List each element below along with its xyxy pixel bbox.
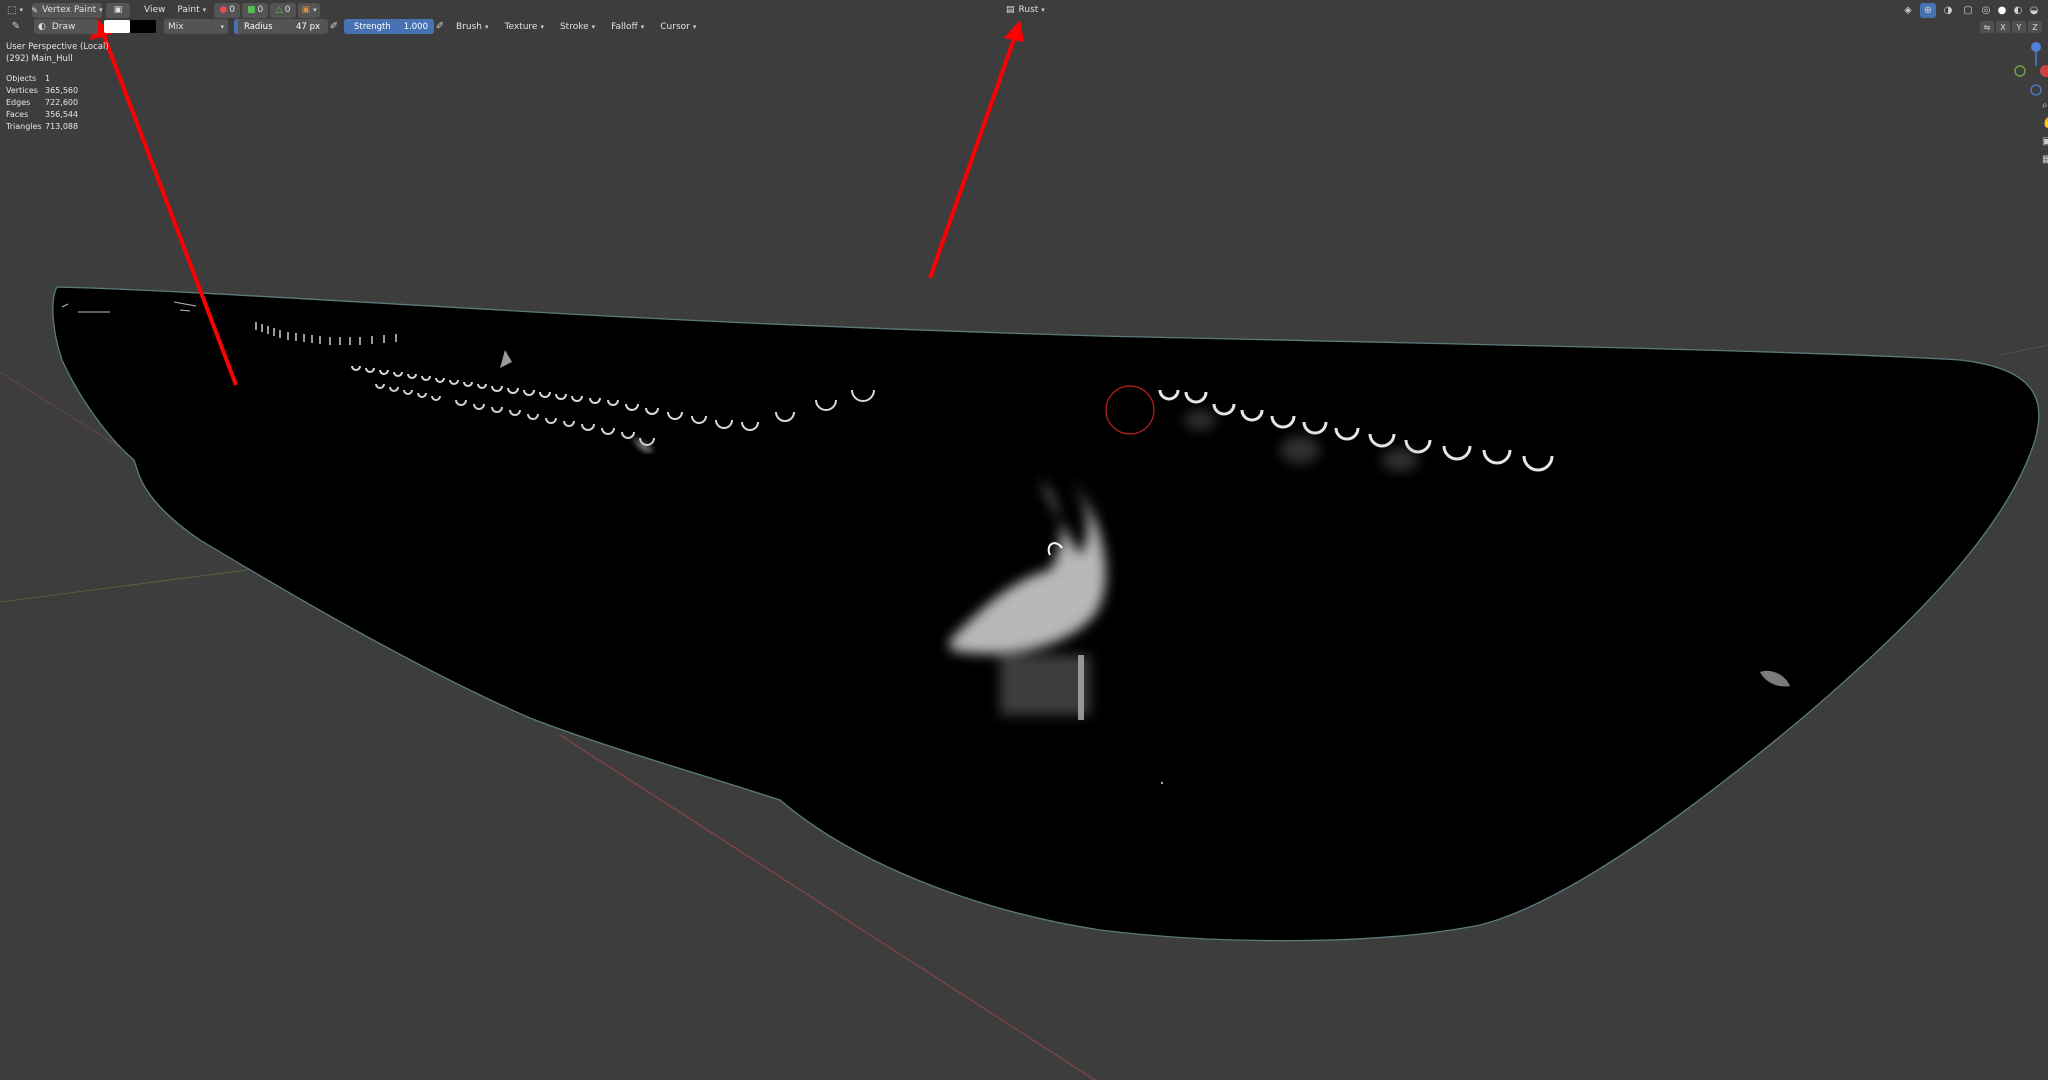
- green-color-icon: ■: [247, 5, 256, 15]
- blend-mode-dropdown[interactable]: Mix ▾: [164, 19, 228, 34]
- color-attribute-dropdown[interactable]: ▤ Rust ▾: [1002, 3, 1049, 18]
- navigation-gizmo[interactable]: ⌕ ✋ ▣ ▦: [2008, 38, 2048, 178]
- z-axis-icon: [2031, 42, 2041, 52]
- symmetry-icon[interactable]: ⇋: [1980, 21, 1994, 33]
- primary-color-swatch[interactable]: [104, 20, 130, 33]
- solid-shading-icon[interactable]: ●: [1996, 3, 2008, 18]
- perspective-label: User Perspective (Local): [6, 42, 109, 52]
- brush-tool-icon[interactable]: ✎: [8, 19, 24, 34]
- gizmo-toggle-icon[interactable]: ⊕: [1920, 2, 1936, 18]
- viewport-scene: [0, 18, 2048, 1080]
- render-shading-icon[interactable]: ◒: [2028, 3, 2040, 18]
- x-axis-icon: [2040, 65, 2048, 77]
- annotation-arrow-right: [928, 20, 1024, 279]
- cursor-dropdown[interactable]: Cursor ▾: [656, 19, 700, 34]
- overlay-icon[interactable]: ◑: [1940, 3, 1956, 18]
- y-axis-line: [0, 566, 271, 603]
- stat-row: Faces 356,544: [6, 110, 79, 119]
- tool-settings-bar: ✎ ◐ Draw Mix ▾ Radius 47 px ✐ Strength 1.…: [0, 17, 2048, 36]
- radius-slider[interactable]: Radius 47 px: [234, 19, 328, 34]
- count-badges: ● 0 ■ 0 △ 0 ▣ ▾: [214, 2, 321, 18]
- mask-toggle[interactable]: ▣: [106, 2, 130, 18]
- axis-z-button[interactable]: Z: [2028, 21, 2042, 33]
- radius-pressure-icon[interactable]: ✐: [328, 19, 340, 34]
- texture-dropdown[interactable]: Texture ▾: [501, 19, 548, 34]
- stroke-dropdown[interactable]: Stroke ▾: [556, 19, 599, 34]
- triangle-icon: △: [275, 5, 283, 15]
- badge-triangle[interactable]: △ 0: [270, 2, 297, 18]
- active-object-label: (292) Main_Hull: [6, 53, 73, 64]
- y-axis-icon: [2014, 65, 2026, 77]
- color-swatches: [104, 20, 156, 33]
- brush-selector[interactable]: ◐ Draw: [34, 19, 98, 34]
- face-mask-icon: ▣: [113, 5, 123, 15]
- visibility-icon[interactable]: ◈: [1900, 3, 1916, 18]
- strength-pressure-icon[interactable]: ✐: [434, 19, 446, 34]
- orange-square-icon: ▣: [301, 5, 311, 15]
- color-attribute-icon: ▤: [1006, 5, 1015, 15]
- material-shading-icon[interactable]: ◐: [2012, 3, 2024, 18]
- camera-icon: ▣: [2042, 136, 2048, 147]
- axis-x-button[interactable]: X: [1996, 21, 2010, 33]
- stat-row: Objects 1: [6, 74, 51, 83]
- stat-row: Vertices 365,560: [6, 86, 79, 95]
- editor-type-icon[interactable]: ⬚ ▾: [4, 3, 26, 18]
- vertex-paint-icon: ✎: [31, 5, 39, 15]
- brush-icon: ◐: [38, 21, 46, 32]
- pan-hand-icon: ✋: [2042, 116, 2048, 129]
- scene-statistics: Objects 1 Vertices 365,560 Edges 722,600 Fa…: [6, 73, 78, 133]
- strength-slider[interactable]: Strength 1.000: [344, 19, 434, 34]
- badge-green[interactable]: ■ 0: [242, 2, 269, 18]
- tool-dropdowns: Brush ▾ Texture ▾ Stroke ▾ Falloff ▾ Cursor ▾: [452, 19, 700, 34]
- stat-row: Triangles 713,088: [6, 122, 79, 131]
- menu-paint[interactable]: Paint ▾: [173, 3, 210, 18]
- grid-icon: ▦: [2042, 154, 2048, 165]
- menu-view[interactable]: View: [140, 3, 169, 18]
- badge-red[interactable]: ● 0: [214, 2, 241, 18]
- falloff-dropdown[interactable]: Falloff ▾: [607, 19, 648, 34]
- 3d-viewport[interactable]: [0, 0, 2048, 1080]
- viewport-shading-controls: ◈ ⊕ ◑ ▢ ◎ ● ◐ ◒: [1900, 2, 2040, 18]
- axis-symmetry-buttons: ⇋ X Y Z: [1980, 21, 2042, 33]
- wire-shading-icon[interactable]: ◎: [1980, 3, 1992, 18]
- axis-y-button[interactable]: Y: [2012, 21, 2026, 33]
- badge-orange[interactable]: ▣ ▾: [298, 2, 321, 18]
- red-color-icon: ●: [219, 5, 228, 15]
- zoom-icon: ⌕: [2042, 100, 2048, 111]
- viewport-info: User Perspective (Local) (292) Main_Hull: [6, 42, 109, 65]
- xray-icon[interactable]: ▢: [1960, 3, 1976, 18]
- brush-dropdown[interactable]: Brush ▾: [452, 19, 493, 34]
- mode-dropdown[interactable]: ✎ Vertex Paint ▾: [31, 2, 103, 18]
- secondary-color-swatch[interactable]: [130, 20, 156, 33]
- stat-row: Edges 722,600: [6, 98, 79, 107]
